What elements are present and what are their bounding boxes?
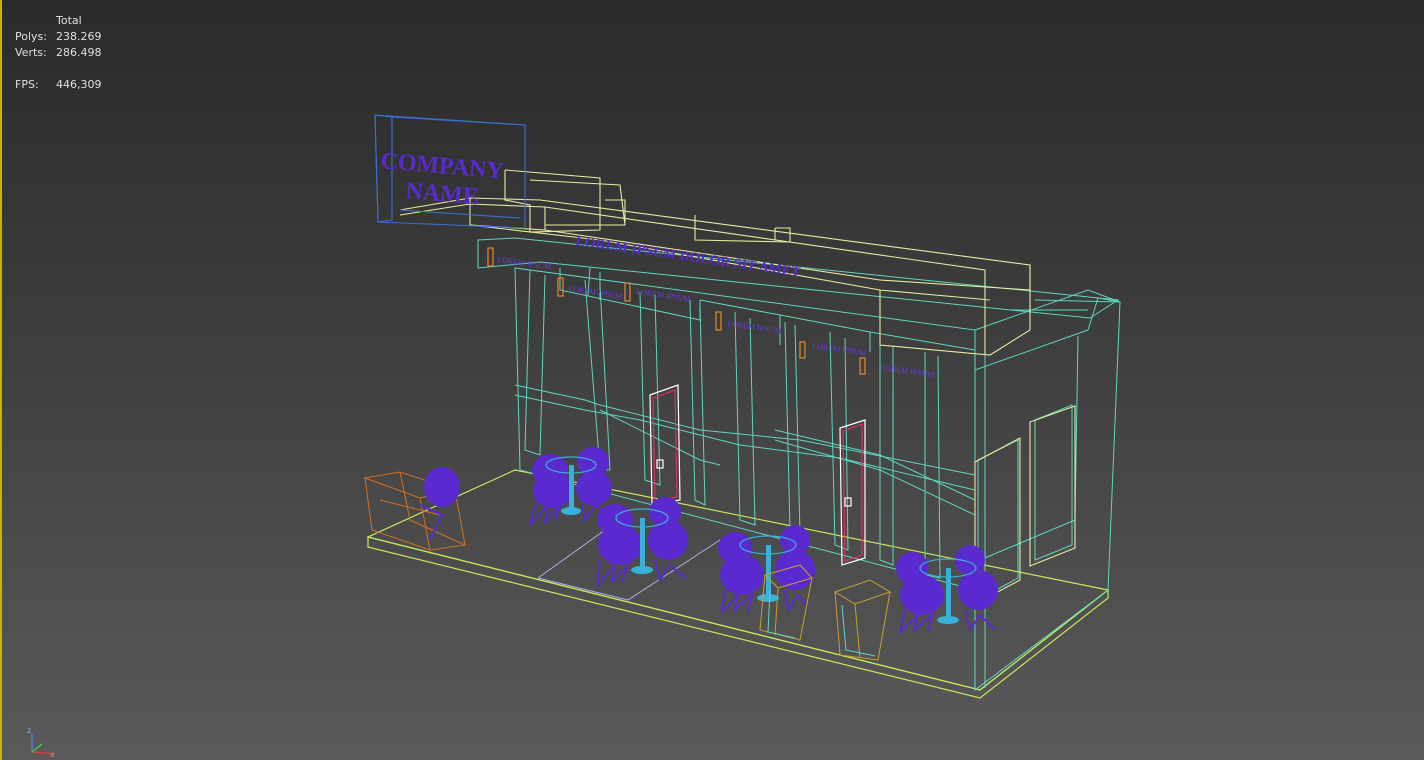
company-sign-text: COMPANY NAME <box>379 148 504 210</box>
wall-label: LOREM IPSUM <box>880 363 935 379</box>
axis-gizmo[interactable]: z x <box>22 722 58 758</box>
wall-label: LOREM IPSUM <box>568 284 623 300</box>
table-group-4[interactable] <box>896 545 998 635</box>
table-group-3[interactable] <box>718 525 815 615</box>
booth-walls[interactable] <box>477 237 1121 692</box>
wall-label: LOREM IPSUM <box>812 341 867 357</box>
spotlight <box>715 311 722 331</box>
y-axis-icon <box>31 743 43 753</box>
door-right[interactable] <box>839 419 866 566</box>
spotlight <box>859 357 866 375</box>
3d-viewport[interactable]: Total Polys: 238.269 Verts: 286.498 FPS:… <box>0 0 1424 760</box>
spotlight <box>624 282 631 302</box>
spotlight <box>487 247 494 267</box>
reception-chair-legs <box>419 504 444 541</box>
reception-chair[interactable] <box>424 467 460 507</box>
table-group-2[interactable] <box>596 497 688 589</box>
spotlight <box>799 341 806 359</box>
wireframe-scene[interactable]: COMPANY NAME LOREM IPSUM DOLOR SIT AMET … <box>0 0 1424 760</box>
sign-line-2: NAME <box>404 178 479 210</box>
x-axis-label: x <box>50 750 55 758</box>
wall-label: LOREM IPSUM <box>727 319 782 335</box>
door-left[interactable] <box>649 384 681 506</box>
sign-line-1: COMPANY <box>379 148 504 185</box>
wall-label: LOREM IPSUM <box>636 287 691 303</box>
z-axis-label: z <box>27 726 31 735</box>
